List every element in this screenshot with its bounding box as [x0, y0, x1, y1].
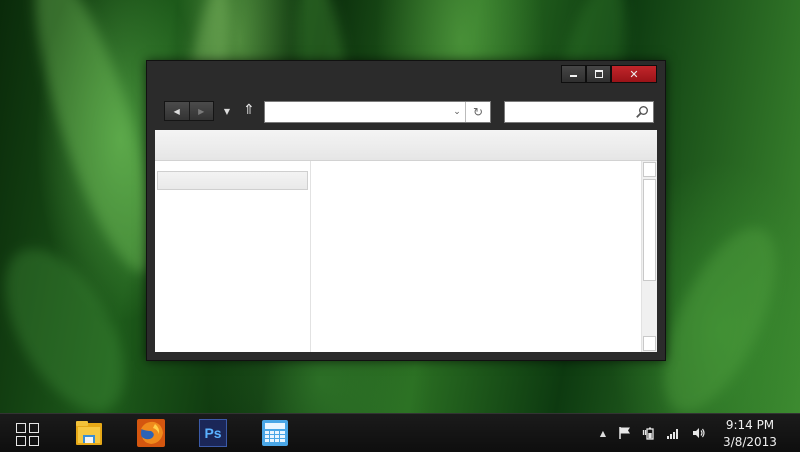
clock-date: 3/8/2013 — [723, 435, 777, 449]
refresh-icon: ↻ — [472, 105, 484, 119]
search-input[interactable] — [505, 102, 637, 122]
network-signal-icon[interactable] — [666, 426, 680, 440]
navigation-pane-item[interactable] — [157, 171, 308, 190]
volume-icon[interactable] — [692, 426, 706, 440]
chevron-up-icon: ▲ — [599, 428, 607, 438]
forward-arrow-icon: ▶ — [198, 106, 205, 116]
show-hidden-icons-button[interactable]: ▲ — [596, 426, 610, 440]
file-list-area[interactable] — [311, 161, 641, 352]
clock-time: 9:14 PM — [725, 418, 775, 432]
recent-locations-button[interactable]: ▼ — [220, 103, 234, 119]
address-separator — [465, 102, 466, 122]
back-forward-group: ◀ ▶ — [164, 101, 214, 121]
forward-button[interactable]: ▶ — [190, 102, 214, 120]
taskbar: Ps ▲ 9:14 PM 3/8/2013 — [0, 413, 800, 452]
photoshop-icon: Ps — [199, 419, 227, 447]
calculator-icon — [262, 420, 288, 446]
ribbon-bar — [155, 130, 657, 161]
start-grid-icon — [15, 435, 26, 446]
address-bar: ⌄ ↻ — [264, 101, 491, 123]
refresh-button[interactable]: ↻ — [467, 102, 489, 122]
close-icon: ✕ — [629, 67, 639, 81]
taskbar-app-firefox[interactable] — [136, 418, 166, 448]
folder-icon — [76, 421, 102, 445]
scroll-thumb[interactable] — [643, 179, 656, 281]
minimize-button[interactable] — [561, 65, 586, 83]
minimize-icon — [570, 75, 577, 77]
up-button[interactable]: ⇑ — [242, 100, 256, 120]
firefox-icon — [137, 419, 165, 447]
maximize-icon — [594, 70, 603, 78]
close-button[interactable]: ✕ — [611, 65, 657, 83]
start-grid-icon — [28, 422, 39, 433]
action-center-flag-icon[interactable] — [618, 426, 632, 440]
vertical-scrollbar[interactable] — [641, 161, 657, 352]
taskbar-app-photoshop[interactable]: Ps — [198, 418, 228, 448]
taskbar-app-calculator[interactable] — [260, 418, 290, 448]
chevron-down-icon: ▼ — [223, 106, 231, 116]
address-input[interactable] — [265, 102, 453, 122]
back-button[interactable]: ◀ — [165, 102, 189, 120]
navigation-pane — [155, 161, 311, 352]
system-clock[interactable]: 9:14 PM 3/8/2013 — [718, 417, 782, 451]
navigation-bar: ◀ ▶ ▼ ⇑ ⌄ ↻ — [156, 95, 658, 125]
start-grid-icon — [28, 435, 39, 446]
taskbar-app-file-explorer[interactable] — [74, 418, 104, 448]
address-dropdown-button[interactable]: ⌄ — [449, 102, 465, 122]
explorer-content — [155, 130, 657, 352]
maximize-button[interactable] — [586, 65, 611, 83]
start-button[interactable] — [10, 419, 44, 449]
up-arrow-icon: ⇑ — [243, 102, 255, 118]
dropdown-chevron-icon: ⌄ — [453, 107, 461, 117]
scroll-down-button[interactable] — [643, 336, 656, 351]
photoshop-label: Ps — [204, 425, 222, 441]
search-box — [504, 101, 654, 123]
battery-plug-icon[interactable] — [642, 426, 656, 440]
start-grid-icon — [15, 422, 26, 433]
back-arrow-icon: ◀ — [173, 106, 180, 116]
scroll-up-button[interactable] — [643, 162, 656, 177]
explorer-window: ✕ ◀ ▶ ▼ ⇑ ⌄ ↻ — [146, 60, 666, 361]
search-icon[interactable] — [635, 105, 649, 119]
